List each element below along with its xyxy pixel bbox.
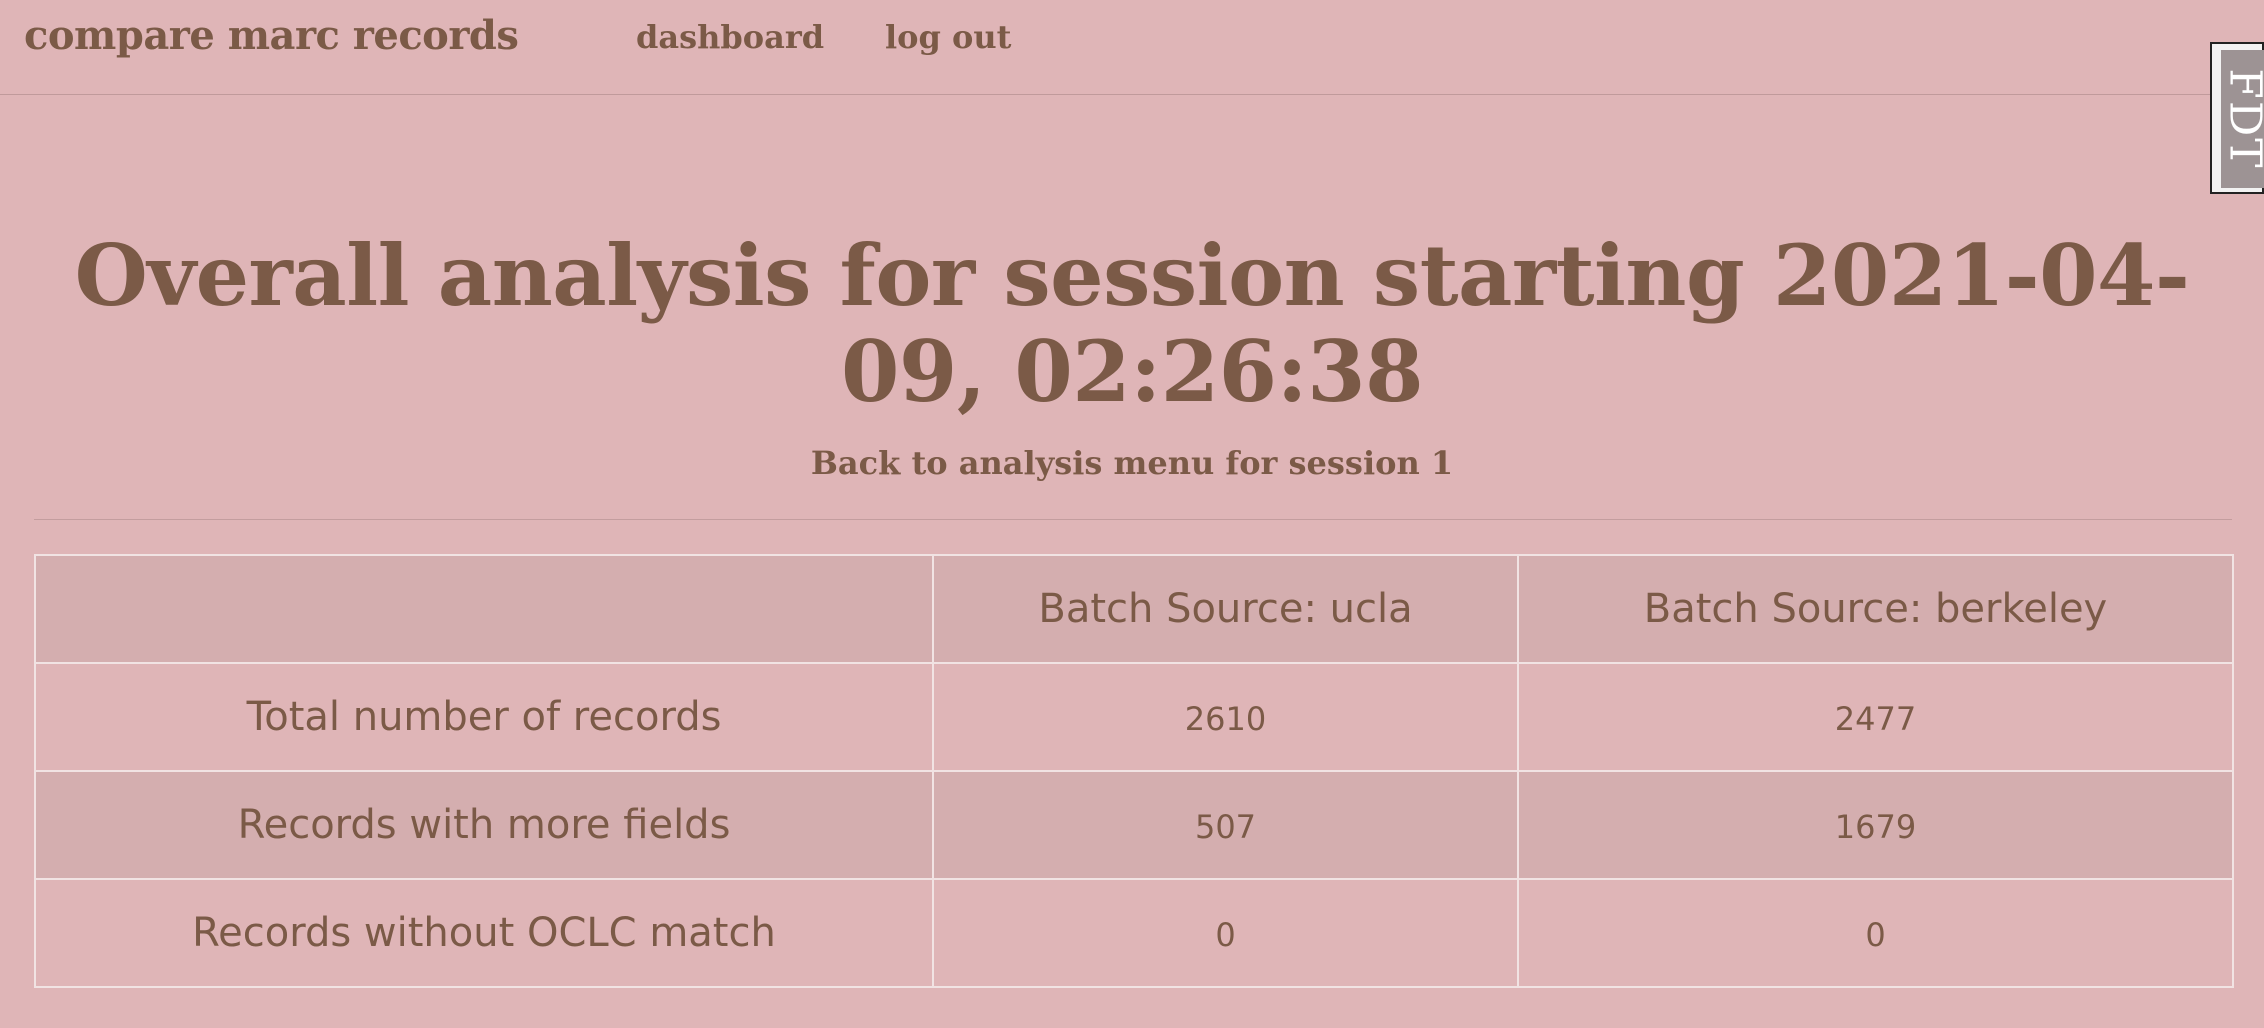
table-header-berkeley: Batch Source: berkeley — [1517, 554, 2234, 664]
page-title: Overall analysis for session starting 20… — [74, 226, 2190, 421]
cell-more-fields-berkeley: 1679 — [1517, 770, 2234, 880]
cell-total-records-berkeley: 2477 — [1517, 662, 2234, 772]
top-navbar: compare marc records dashboard log out — [0, 0, 2264, 95]
row-label-without-oclc: Records without OCLC match — [34, 878, 934, 988]
nav-logout-link[interactable]: log out — [885, 18, 1011, 56]
debug-toolbar-label: FDT — [2221, 68, 2264, 170]
brand-link[interactable]: compare marc records — [24, 12, 519, 59]
table-header-row: Batch Source: ucla Batch Source: berkele… — [34, 554, 2234, 664]
analysis-table: Batch Source: ucla Batch Source: berkele… — [34, 554, 2234, 988]
row-label-total-records: Total number of records — [34, 662, 934, 772]
divider — [34, 519, 2232, 520]
table-header-ucla: Batch Source: ucla — [932, 554, 1519, 664]
table-header-empty — [34, 554, 934, 664]
back-to-analysis-menu-link[interactable]: Back to analysis menu for session 1 — [0, 444, 2264, 482]
table-row: Records without OCLC match 0 0 — [34, 878, 2234, 988]
cell-without-oclc-ucla: 0 — [932, 878, 1519, 988]
table-row: Total number of records 2610 2477 — [34, 662, 2234, 772]
debug-toolbar-logo: FDT — [2221, 50, 2264, 188]
table-row: Records with more fields 507 1679 — [34, 770, 2234, 880]
nav-dashboard-link[interactable]: dashboard — [636, 18, 824, 56]
row-label-more-fields: Records with more fields — [34, 770, 934, 880]
cell-more-fields-ucla: 507 — [932, 770, 1519, 880]
cell-without-oclc-berkeley: 0 — [1517, 878, 2234, 988]
debug-toolbar-handle[interactable]: FDT — [2210, 42, 2264, 194]
cell-total-records-ucla: 2610 — [932, 662, 1519, 772]
